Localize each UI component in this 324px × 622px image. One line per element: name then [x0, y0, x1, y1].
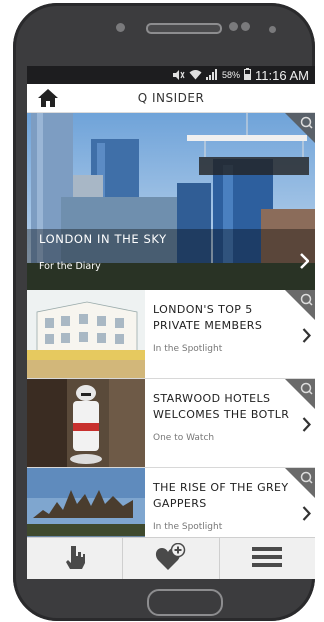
phone-sensor: [229, 22, 238, 31]
article-title: THE RISE OF THE GREY GAPPERS: [153, 481, 289, 510]
article-category: In the Spotlight: [153, 344, 223, 354]
status-bar: 58% 11:16 AM: [27, 66, 315, 84]
heart-plus-icon: [155, 542, 187, 575]
chevron-right-icon[interactable]: [302, 506, 311, 521]
mute-icon: [172, 68, 185, 83]
battery-icon: [244, 67, 252, 83]
phone-sensor: [241, 22, 250, 31]
phone-sensor: [116, 23, 125, 32]
app-title: Q INSIDER: [137, 91, 205, 105]
list-item[interactable]: LONDON'S TOP 5 PRIVATE MEMBERS In the Sp…: [27, 290, 315, 379]
chevron-right-icon[interactable]: [299, 253, 309, 269]
chevron-right-icon[interactable]: [302, 417, 311, 432]
search-icon[interactable]: [285, 113, 315, 143]
search-icon[interactable]: [285, 379, 315, 409]
article-thumbnail: [27, 290, 145, 378]
hand-icon: [64, 544, 86, 574]
phone-sensor: [269, 26, 276, 33]
menu-icon: [252, 546, 283, 572]
chevron-right-icon[interactable]: [302, 328, 311, 343]
article-thumbnail: [27, 379, 145, 467]
phone-home-button[interactable]: [147, 589, 223, 616]
signal-icon: [206, 68, 218, 83]
tab-favorites[interactable]: [123, 538, 220, 579]
list-item[interactable]: STARWOOD HOTELS WELCOMES THE BOTLR One t…: [27, 379, 315, 468]
search-icon[interactable]: [285, 290, 315, 320]
bottom-tab-bar: [27, 537, 315, 579]
article-category: One to Watch: [153, 433, 215, 443]
article-title: LONDON'S TOP 5 PRIVATE MEMBERS: [153, 303, 263, 332]
search-icon[interactable]: [285, 468, 315, 498]
tab-hand[interactable]: [27, 538, 124, 579]
hero-title: LONDON IN THE SKY: [39, 232, 167, 246]
article-category: In the Spotlight: [153, 522, 223, 532]
phone-speaker: [146, 23, 222, 34]
tab-menu[interactable]: [220, 538, 315, 579]
battery-percent: 58%: [222, 70, 241, 80]
hero-card[interactable]: LONDON IN THE SKY For the Diary: [27, 113, 315, 290]
hero-category: For the Diary: [39, 261, 101, 272]
clock: 11:16 AM: [255, 67, 309, 83]
article-title: STARWOOD HOTELS WELCOMES THE BOTLR: [153, 392, 290, 421]
screen: 58% 11:16 AM Q INSIDER LONDON IN THE SKY…: [27, 66, 315, 579]
app-header: Q INSIDER: [27, 84, 315, 113]
wifi-icon: [189, 68, 202, 83]
